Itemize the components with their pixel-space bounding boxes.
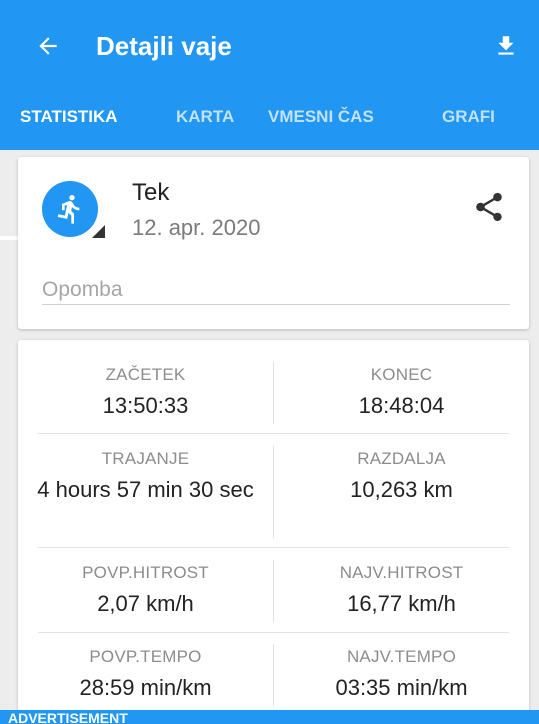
share-button[interactable] [470, 187, 508, 227]
stat-label: RAZDALJA [357, 449, 446, 468]
download-button[interactable] [488, 28, 524, 64]
stat-value: 10,263 km [350, 477, 453, 502]
download-icon [498, 36, 514, 55]
stat-label: NAJV.TEMPO [346, 647, 457, 666]
stat-value: 03:35 min/km [335, 675, 468, 700]
stat-duration: TRAJANJE 4 hours 57 min 30 sec [18, 448, 273, 504]
tab-vmesni-cas[interactable]: VMESNI ČAS [268, 92, 374, 150]
stat-label: NAJV.HITROST [339, 563, 464, 582]
share-icon [476, 192, 502, 222]
activity-card: Tek 12. apr. 2020 [18, 157, 529, 329]
stat-value: 28:59 min/km [79, 675, 212, 700]
arrow-left-icon [39, 37, 57, 55]
column-divider [273, 560, 274, 622]
toolbar: Detajli vaje [0, 0, 539, 92]
stat-start: ZAČETEK 13:50:33 [18, 364, 273, 420]
ad-label: ADVERTISEMENT [8, 710, 128, 724]
row-divider [38, 547, 509, 548]
stat-value: 13:50:33 [102, 393, 189, 418]
stat-value: 16,77 km/h [347, 591, 456, 616]
stat-avg-pace: POVP.TEMPO 28:59 min/km [18, 646, 273, 702]
stat-max-speed: NAJV.HITROST 16,77 km/h [274, 562, 529, 618]
stat-value: 18:48:04 [358, 393, 445, 418]
stat-end: KONEC 18:48:04 [274, 364, 529, 420]
stat-label: ZAČETEK [105, 365, 186, 384]
column-divider [273, 644, 274, 706]
row-divider [38, 433, 509, 434]
tab-statistika[interactable]: STATISTIKA [20, 92, 118, 150]
tab-bar: STATISTIKA KARTA VMESNI ČAS GRAFI [0, 92, 539, 240]
stat-value: 2,07 km/h [97, 591, 194, 616]
running-icon [57, 194, 80, 224]
stats-card: ZAČETEK 13:50:33 KONEC 18:48:04 TRAJANJE… [18, 340, 529, 720]
column-divider [273, 362, 274, 424]
stat-label: KONEC [370, 365, 433, 384]
activity-type-button[interactable] [42, 181, 98, 237]
stat-label: POVP.HITROST [82, 563, 209, 582]
stat-label: TRAJANJE [101, 449, 190, 468]
column-divider [273, 446, 274, 538]
app-bar: Detajli vaje STATISTIKA KARTA VMESNI ČAS… [0, 0, 539, 240]
stat-label: POVP.TEMPO [89, 647, 202, 666]
stat-value: 4 hours 57 min 30 sec [37, 477, 254, 502]
ad-banner[interactable]: ADVERTISEMENT [0, 710, 539, 724]
back-button[interactable] [30, 28, 66, 64]
tab-grafi[interactable]: GRAFI [442, 92, 495, 150]
stat-distance: RAZDALJA 10,263 km [274, 448, 529, 504]
page-title: Detajli vaje [96, 31, 232, 61]
tab-karta[interactable]: KARTA [176, 92, 234, 150]
dropdown-corner-icon [92, 225, 105, 238]
stat-max-pace: NAJV.TEMPO 03:35 min/km [274, 646, 529, 702]
activity-name: Tek [132, 179, 170, 206]
activity-date: 12. apr. 2020 [132, 215, 261, 240]
note-input[interactable] [42, 275, 510, 305]
row-divider [38, 632, 509, 633]
stat-avg-speed: POVP.HITROST 2,07 km/h [18, 562, 273, 618]
